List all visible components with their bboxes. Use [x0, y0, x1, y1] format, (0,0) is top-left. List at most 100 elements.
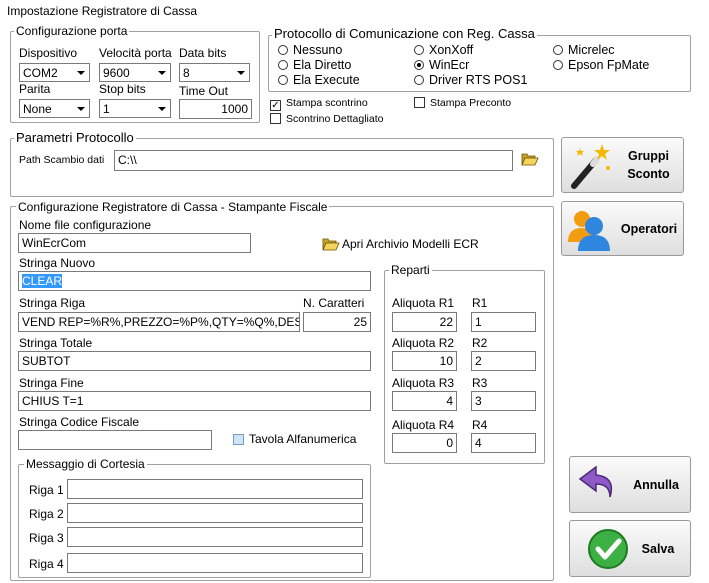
chevron-down-icon[interactable] — [233, 65, 248, 80]
stringa-codice-fiscale-input[interactable] — [18, 430, 212, 450]
protocollo-title: Protocollo di Comunicazione con Reg. Cas… — [272, 26, 537, 41]
nome-file-label: Nome file configurazione — [19, 218, 152, 232]
radio-label: WinEcr — [429, 58, 470, 72]
checkbox-checked[interactable]: ✓ — [270, 100, 281, 111]
r2-label: R2 — [472, 336, 488, 350]
stringa-codice-fiscale-label: Stringa Codice Fiscale — [19, 415, 140, 429]
checkbox[interactable] — [233, 434, 244, 445]
aliquota-r2-label: Aliquota R2 — [392, 336, 455, 350]
apri-archivio-link[interactable]: Apri Archivio Modelli ECR — [342, 237, 479, 251]
dispositivo-label: Dispositivo — [19, 46, 78, 60]
r1-label: R1 — [472, 296, 488, 310]
users-icon — [566, 206, 612, 255]
folder-open-icon[interactable] — [521, 152, 539, 166]
radio-dot[interactable] — [553, 45, 563, 55]
path-scambio-input[interactable]: C:\\ — [114, 150, 513, 171]
chevron-down-icon[interactable] — [73, 101, 88, 116]
gruppi-sconto-label-1: Gruppi — [628, 149, 669, 163]
radio-micrelec[interactable]: Micrelec — [553, 43, 615, 57]
stringa-fine-input[interactable]: CHIUS T=1 — [18, 391, 371, 411]
riga-2-input[interactable] — [67, 503, 363, 523]
radio-dot[interactable] — [278, 75, 288, 85]
riga-1-input[interactable] — [67, 479, 363, 499]
path-scambio-label: Path Scambio dati — [19, 154, 105, 166]
salva-label: Salva — [641, 542, 675, 556]
chevron-down-icon[interactable] — [154, 101, 169, 116]
nome-file-input[interactable]: WinEcrCom — [18, 233, 251, 253]
annulla-button[interactable]: Annulla — [569, 456, 691, 513]
gruppi-sconto-button[interactable]: Gruppi Sconto — [561, 137, 684, 193]
timeout-input[interactable]: 1000 — [179, 99, 252, 119]
radio-ela-diretto[interactable]: Ela Diretto — [278, 58, 351, 72]
annulla-label: Annulla — [633, 478, 679, 492]
gruppi-sconto-label-2: Sconto — [627, 167, 670, 181]
checkbox-label: Stampa Preconto — [430, 97, 512, 109]
radio-ela-execute[interactable]: Ela Execute — [278, 73, 360, 87]
radio-dot[interactable] — [414, 75, 424, 85]
r3-input[interactable]: 3 — [471, 391, 536, 411]
configurazione-porta-title: Configurazione porta — [14, 24, 130, 38]
aliquota-r3-label: Aliquota R3 — [392, 376, 455, 390]
aliquota-r1-input[interactable]: 22 — [392, 312, 457, 332]
velocita-value: 9600 — [103, 66, 130, 80]
radio-dot-selected[interactable] — [414, 60, 424, 70]
aliquota-r2-input[interactable]: 10 — [392, 351, 457, 371]
checkbox[interactable] — [414, 97, 425, 108]
chevron-down-icon[interactable] — [73, 65, 88, 80]
stampa-preconto-checkbox[interactable]: Stampa Preconto — [414, 97, 511, 109]
checkbox-label: Scontrino Dettagliato — [286, 113, 384, 125]
scontrino-dettagliato-checkbox[interactable]: Scontrino Dettagliato — [270, 113, 383, 125]
radio-nessuno[interactable]: Nessuno — [278, 43, 342, 57]
radio-driver-rts-pos1[interactable]: Driver RTS POS1 — [414, 73, 527, 87]
operatori-button[interactable]: Operatori — [561, 201, 684, 256]
undo-arrow-icon — [576, 463, 620, 510]
checkmark-icon — [586, 527, 630, 574]
aliquota-r3-input[interactable]: 4 — [392, 391, 457, 411]
stringa-nuovo-value: CLEAR — [22, 274, 63, 288]
checkbox-label: Tavola Alfanumerica — [249, 432, 357, 446]
radio-dot[interactable] — [414, 45, 424, 55]
tavola-alfanumerica-checkbox[interactable]: Tavola Alfanumerica — [233, 432, 356, 446]
r4-input[interactable]: 4 — [471, 433, 536, 453]
parita-value: None — [23, 102, 52, 116]
timeout-label: Time Out — [179, 84, 228, 98]
reparti-title: Reparti — [389, 263, 432, 277]
stopbits-value: 1 — [103, 102, 110, 116]
dispositivo-select[interactable]: COM2 — [19, 63, 90, 82]
stringa-nuovo-input[interactable]: CLEAR — [18, 271, 371, 291]
aliquota-r4-input[interactable]: 0 — [392, 433, 457, 453]
salva-button[interactable]: Salva — [569, 520, 691, 577]
folder-open-icon[interactable] — [322, 237, 340, 251]
stampa-scontrino-checkbox[interactable]: ✓ Stampa scontrino — [270, 97, 368, 111]
parita-label: Parita — [19, 82, 51, 96]
radio-dot[interactable] — [278, 45, 288, 55]
riga-4-input[interactable] — [67, 553, 363, 573]
magic-wand-icon — [566, 142, 612, 193]
databits-label: Data bits — [179, 46, 227, 60]
stringa-riga-input[interactable]: VEND REP=%R%,PREZZO=%P%,QTY=%Q%,DES — [18, 312, 300, 332]
operatori-label: Operatori — [620, 222, 678, 236]
r2-input[interactable]: 2 — [471, 351, 536, 371]
radio-dot[interactable] — [553, 60, 563, 70]
n-caratteri-input[interactable]: 25 — [303, 312, 371, 332]
radio-xonxoff[interactable]: XonXoff — [414, 43, 473, 57]
radio-dot[interactable] — [278, 60, 288, 70]
databits-select[interactable]: 8 — [179, 63, 250, 82]
checkbox[interactable] — [270, 113, 281, 124]
velocita-select[interactable]: 9600 — [99, 63, 171, 82]
stopbits-label: Stop bits — [99, 82, 146, 96]
chevron-down-icon[interactable] — [154, 65, 169, 80]
stringa-totale-input[interactable]: SUBTOT — [18, 351, 371, 371]
r1-input[interactable]: 1 — [471, 312, 536, 332]
radio-epson-fpmate[interactable]: Epson FpMate — [553, 58, 649, 72]
n-caratteri-label: N. Caratteri — [303, 296, 365, 310]
dispositivo-value: COM2 — [23, 66, 58, 80]
riga-3-input[interactable] — [67, 527, 363, 547]
radio-winecr[interactable]: WinEcr — [414, 58, 469, 72]
radio-label: Epson FpMate — [568, 58, 650, 72]
parita-select[interactable]: None — [19, 99, 90, 118]
radio-label: Ela Execute — [293, 73, 360, 87]
stringa-fine-label: Stringa Fine — [19, 376, 84, 390]
stopbits-select[interactable]: 1 — [99, 99, 171, 118]
radio-label: Ela Diretto — [293, 58, 352, 72]
